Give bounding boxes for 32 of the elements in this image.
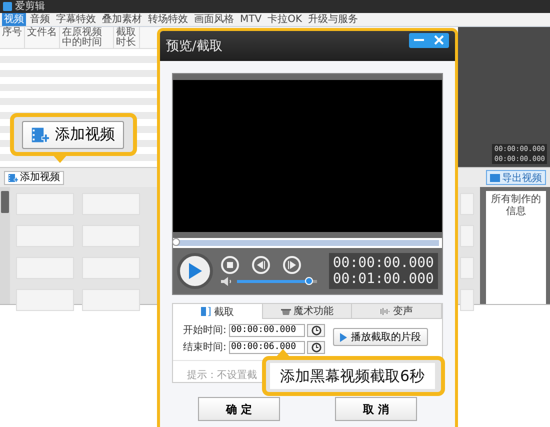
menu-tab[interactable]: 画面风格: [192, 13, 236, 26]
time-readout: 00:00:00.000: [332, 255, 434, 271]
menu-tab[interactable]: 升级与服务: [306, 13, 360, 26]
menu-tab[interactable]: 音频: [28, 13, 52, 26]
end-time-field[interactable]: 00:00:06.000: [229, 340, 305, 354]
app-title: 爱剪辑: [15, 0, 45, 12]
export-video-button[interactable]: 导出视频: [486, 170, 546, 185]
callout-text: 添加黑幕视频截取6秒: [270, 363, 435, 389]
time-readout: 00:01:00.000: [332, 271, 434, 287]
menu-tab[interactable]: 转场特效: [146, 13, 190, 26]
dialog-title: 预览/截取: [166, 38, 222, 55]
info-title: 所有制作的信息: [490, 194, 542, 218]
menu-tab[interactable]: 字幕特效: [54, 13, 98, 26]
tab[interactable]: 变声: [352, 304, 442, 319]
cancel-button[interactable]: 取 消: [335, 397, 417, 421]
tab[interactable]: 截取: [173, 304, 263, 319]
column-header: 截取时长: [114, 27, 140, 48]
start-time-label: 开始时间:: [183, 324, 227, 337]
tab[interactable]: 魔术功能: [262, 304, 352, 319]
column-header: 序号: [0, 27, 25, 48]
menu-tab[interactable]: 卡拉OK: [266, 13, 304, 26]
add-video-button[interactable]: 添加视频: [22, 120, 124, 148]
column-header: 在原视频中的时间: [60, 27, 114, 48]
menu-tab[interactable]: MTV: [238, 13, 264, 26]
add-video-button[interactable]: 添加视频: [4, 171, 64, 185]
play-clip-button[interactable]: 播放截取的片段: [333, 328, 428, 346]
menu-tab[interactable]: 视频: [2, 13, 26, 26]
start-time-field[interactable]: 00:00:00.000: [229, 324, 305, 336]
column-header: 文件名: [25, 27, 60, 48]
menu-tab[interactable]: 叠加素材: [100, 13, 144, 26]
end-time-label: 结束时间:: [183, 340, 227, 354]
ok-button[interactable]: 确 定: [198, 397, 280, 421]
